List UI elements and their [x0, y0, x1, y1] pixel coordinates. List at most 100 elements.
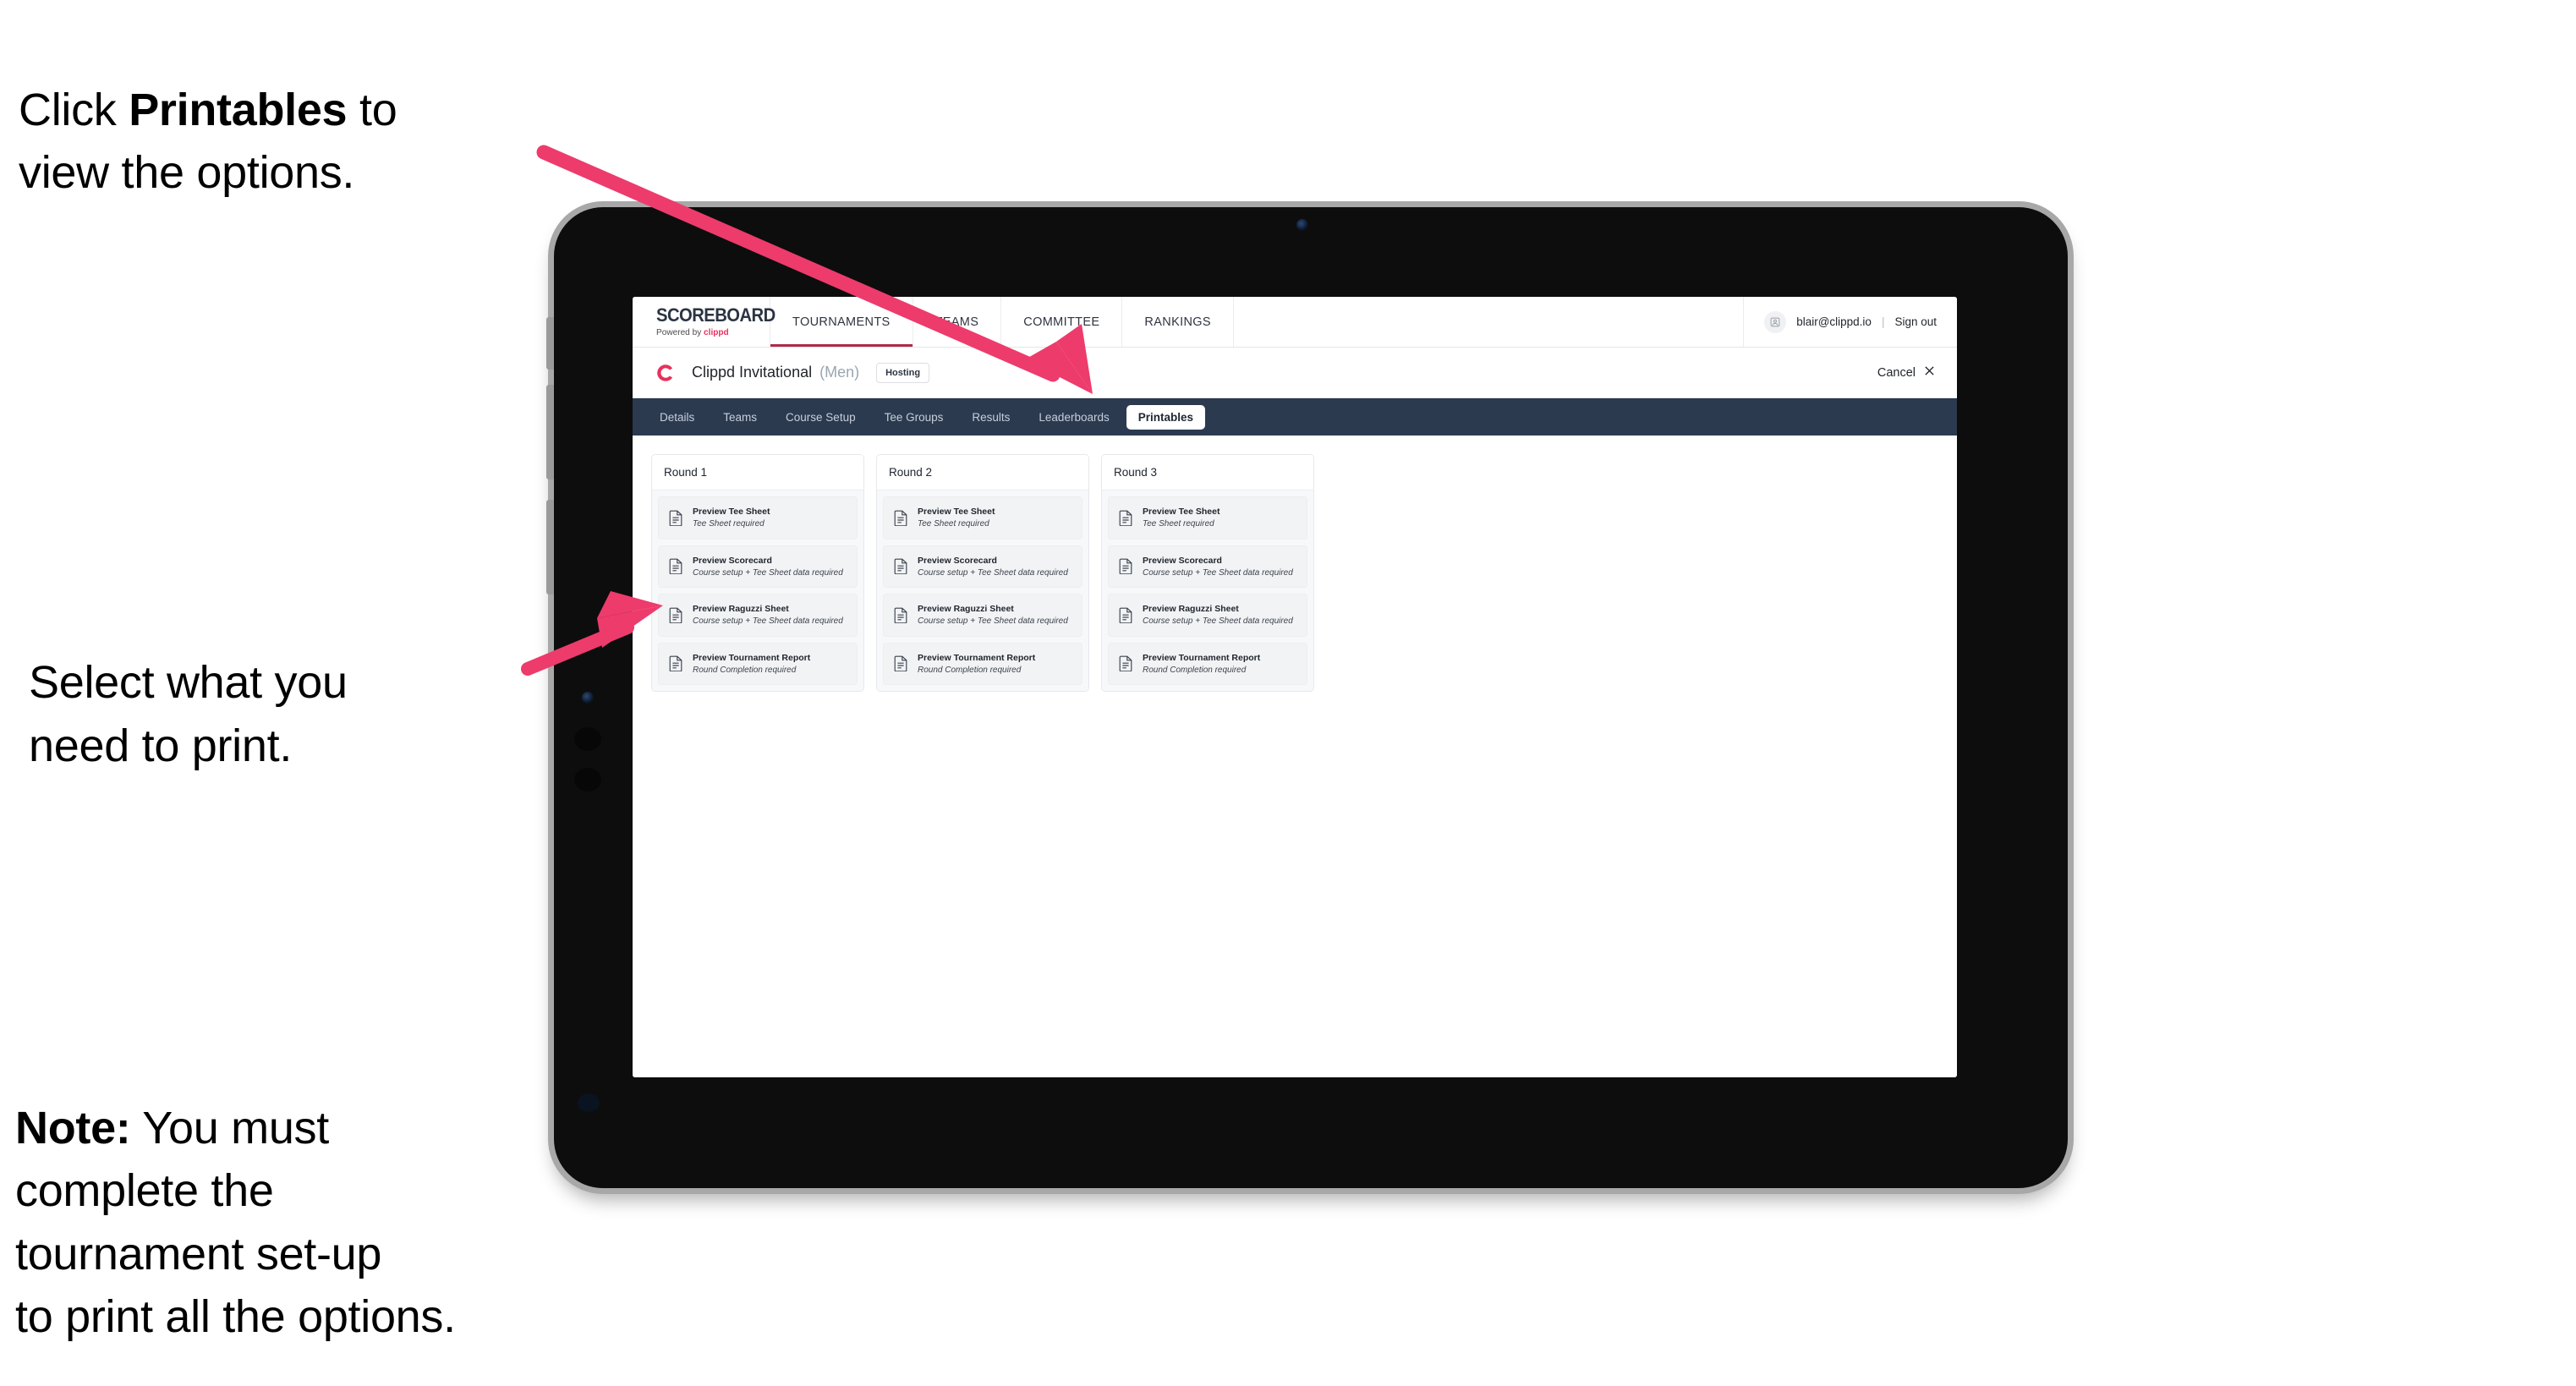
callout-1-pre: Click	[19, 84, 129, 135]
printable-item-title: Preview Raguzzi Sheet	[1143, 604, 1239, 615]
tablet-device-frame: SCOREBOARD Powered by clippd TOURNAMENTS…	[546, 207, 2068, 1188]
round-column: Round 3 Preview Tee Sheet Tee Sheet requir…	[1101, 454, 1314, 693]
callout-text-select-print: Select what you need to print.	[29, 657, 348, 771]
nav-tab-rankings[interactable]: RANKINGS	[1122, 297, 1234, 347]
section-tab-leaderboards[interactable]: Leaderboards	[1027, 405, 1121, 430]
document-icon	[669, 655, 683, 672]
printable-item-text: Preview Tee Sheet Tee Sheet required	[918, 507, 995, 529]
close-x-icon	[1924, 365, 1935, 380]
document-icon	[894, 607, 908, 623]
round-items-list: Preview Tee Sheet Tee Sheet required Previ…	[1102, 490, 1313, 692]
printable-item-title: Preview Tee Sheet	[918, 507, 995, 517]
printable-item[interactable]: Preview Scorecard Course setup + Tee Shee…	[883, 545, 1082, 589]
printable-item[interactable]: Preview Tee Sheet Tee Sheet required	[1108, 496, 1307, 540]
callout-1-bold: Printables	[129, 84, 348, 135]
brand-wordmark: SCOREBOARD	[656, 304, 776, 326]
tablet-screen: SCOREBOARD Powered by clippd TOURNAMENTS…	[633, 297, 1957, 1077]
document-icon	[669, 607, 683, 623]
nav-tab-tournaments[interactable]: TOURNAMENTS	[770, 297, 913, 347]
printable-item-text: Preview Tournament Report Round Completio…	[693, 653, 810, 676]
printable-item-title: Preview Tee Sheet	[1143, 507, 1220, 517]
tournament-title: Clippd Invitational	[692, 364, 813, 381]
printable-item[interactable]: Preview Tee Sheet Tee Sheet required	[883, 496, 1082, 540]
tournament-gender: (Men)	[819, 364, 860, 381]
printable-item-text: Preview Tee Sheet Tee Sheet required	[693, 507, 770, 529]
round-items-list: Preview Tee Sheet Tee Sheet required Previ…	[652, 490, 863, 692]
round-items-list: Preview Tee Sheet Tee Sheet required Previ…	[877, 490, 1088, 692]
document-icon	[1119, 607, 1133, 623]
printable-item-text: Preview Tee Sheet Tee Sheet required	[1143, 507, 1219, 529]
scoreboard-brand-logo[interactable]: SCOREBOARD Powered by clippd	[633, 297, 776, 347]
printable-item-requirement: Round Completion required	[918, 665, 1022, 675]
hosting-status-badge: Hosting	[876, 362, 930, 383]
printable-item-text: Preview Tournament Report Round Completio…	[918, 653, 1035, 676]
tablet-side-button-top	[546, 317, 554, 370]
printable-item-requirement: Tee Sheet required	[1143, 519, 1214, 529]
section-tab-results[interactable]: Results	[960, 405, 1022, 430]
printable-item-text: Preview Raguzzi Sheet Course setup + Tee …	[918, 604, 1068, 627]
printable-item[interactable]: Preview Scorecard Course setup + Tee Shee…	[658, 545, 858, 589]
printable-item-text: Preview Scorecard Course setup + Tee Shee…	[1143, 556, 1293, 578]
section-tab-printables[interactable]: Printables	[1126, 404, 1206, 430]
printable-item[interactable]: Preview Raguzzi Sheet Course setup + Tee …	[658, 594, 858, 637]
cancel-button[interactable]: Cancel	[1877, 365, 1935, 380]
tablet-volume-down-button	[546, 500, 554, 594]
printable-item-title: Preview Scorecard	[918, 555, 997, 566]
section-tab-tee-groups[interactable]: Tee Groups	[873, 405, 956, 430]
round-column: Round 1 Preview Tee Sheet Tee Sheet requir…	[651, 454, 864, 693]
powered-by-prefix: Powered by	[656, 327, 704, 338]
printable-item-requirement: Round Completion required	[693, 665, 797, 675]
tournament-header: Clippd Invitational (Men) Hosting Cancel	[633, 348, 1957, 398]
tablet-front-camera-icon	[1296, 219, 1308, 231]
printable-item[interactable]: Preview Raguzzi Sheet Course setup + Tee …	[1108, 594, 1307, 637]
section-tab-teams[interactable]: Teams	[711, 405, 769, 430]
round-header: Round 2	[877, 455, 1088, 490]
printable-item-requirement: Course setup + Tee Sheet data required	[693, 616, 843, 627]
printable-item-requirement: Course setup + Tee Sheet data required	[918, 616, 1068, 627]
document-icon	[1119, 655, 1133, 672]
printable-item-requirement: Tee Sheet required	[918, 519, 989, 529]
printables-rounds-container: Round 1 Preview Tee Sheet Tee Sheet requir…	[633, 436, 1957, 1077]
printable-item[interactable]: Preview Raguzzi Sheet Course setup + Tee …	[883, 594, 1082, 637]
printable-item[interactable]: Preview Tournament Report Round Completio…	[1108, 642, 1307, 686]
document-icon	[1119, 558, 1133, 575]
nav-tab-committee[interactable]: COMMITTEE	[1001, 297, 1123, 347]
clippd-c-logo-icon	[655, 362, 677, 384]
account-separator: |	[1881, 315, 1885, 328]
printable-item[interactable]: Preview Tournament Report Round Completio…	[658, 642, 858, 686]
user-avatar-icon[interactable]	[1764, 310, 1787, 333]
primary-nav-tabs: TOURNAMENTS TEAMS COMMITTEE RANKINGS	[770, 297, 1234, 347]
printable-item-text: Preview Scorecard Course setup + Tee Shee…	[918, 556, 1068, 578]
section-tab-course-setup[interactable]: Course Setup	[774, 405, 868, 430]
printable-item-text: Preview Raguzzi Sheet Course setup + Tee …	[1143, 604, 1293, 627]
nav-tab-teams[interactable]: TEAMS	[913, 297, 1002, 347]
document-icon	[894, 510, 908, 526]
document-icon	[894, 655, 908, 672]
document-icon	[894, 558, 908, 575]
account-email: blair@clippd.io	[1796, 315, 1872, 328]
printable-item-requirement: Course setup + Tee Sheet data required	[693, 567, 843, 578]
brand-powered-by: Powered by clippd	[656, 328, 765, 337]
round-header: Round 3	[1102, 455, 1313, 490]
round-column: Round 2 Preview Tee Sheet Tee Sheet requir…	[876, 454, 1089, 693]
printable-item-title: Preview Raguzzi Sheet	[693, 604, 789, 615]
document-icon	[1119, 510, 1133, 526]
callout-3-bold: Note:	[15, 1102, 131, 1153]
printable-item[interactable]: Preview Scorecard Course setup + Tee Shee…	[1108, 545, 1307, 589]
printable-item-title: Preview Tournament Report	[693, 652, 811, 663]
round-header: Round 1	[652, 455, 863, 490]
tablet-speaker-hole-1	[574, 727, 601, 751]
cancel-label: Cancel	[1877, 365, 1916, 380]
app-bar-spacer	[1234, 297, 1745, 347]
section-nav-bar: Details Teams Course Setup Tee Groups Re…	[633, 398, 1957, 436]
callout-text-click-printables: Click Printables to view the options.	[19, 15, 577, 205]
printable-item-requirement: Round Completion required	[1143, 665, 1247, 675]
tablet-volume-up-button	[546, 385, 554, 479]
printable-item[interactable]: Preview Tournament Report Round Completio…	[883, 642, 1082, 686]
clippd-brand-name: clippd	[704, 327, 729, 338]
printable-item[interactable]: Preview Tee Sheet Tee Sheet required	[658, 496, 858, 540]
section-tab-details[interactable]: Details	[648, 405, 706, 430]
printable-item-requirement: Course setup + Tee Sheet data required	[1143, 616, 1293, 627]
page-root: Click Printables to view the options. Se…	[0, 0, 2576, 1386]
sign-out-link[interactable]: Sign out	[1894, 315, 1937, 328]
